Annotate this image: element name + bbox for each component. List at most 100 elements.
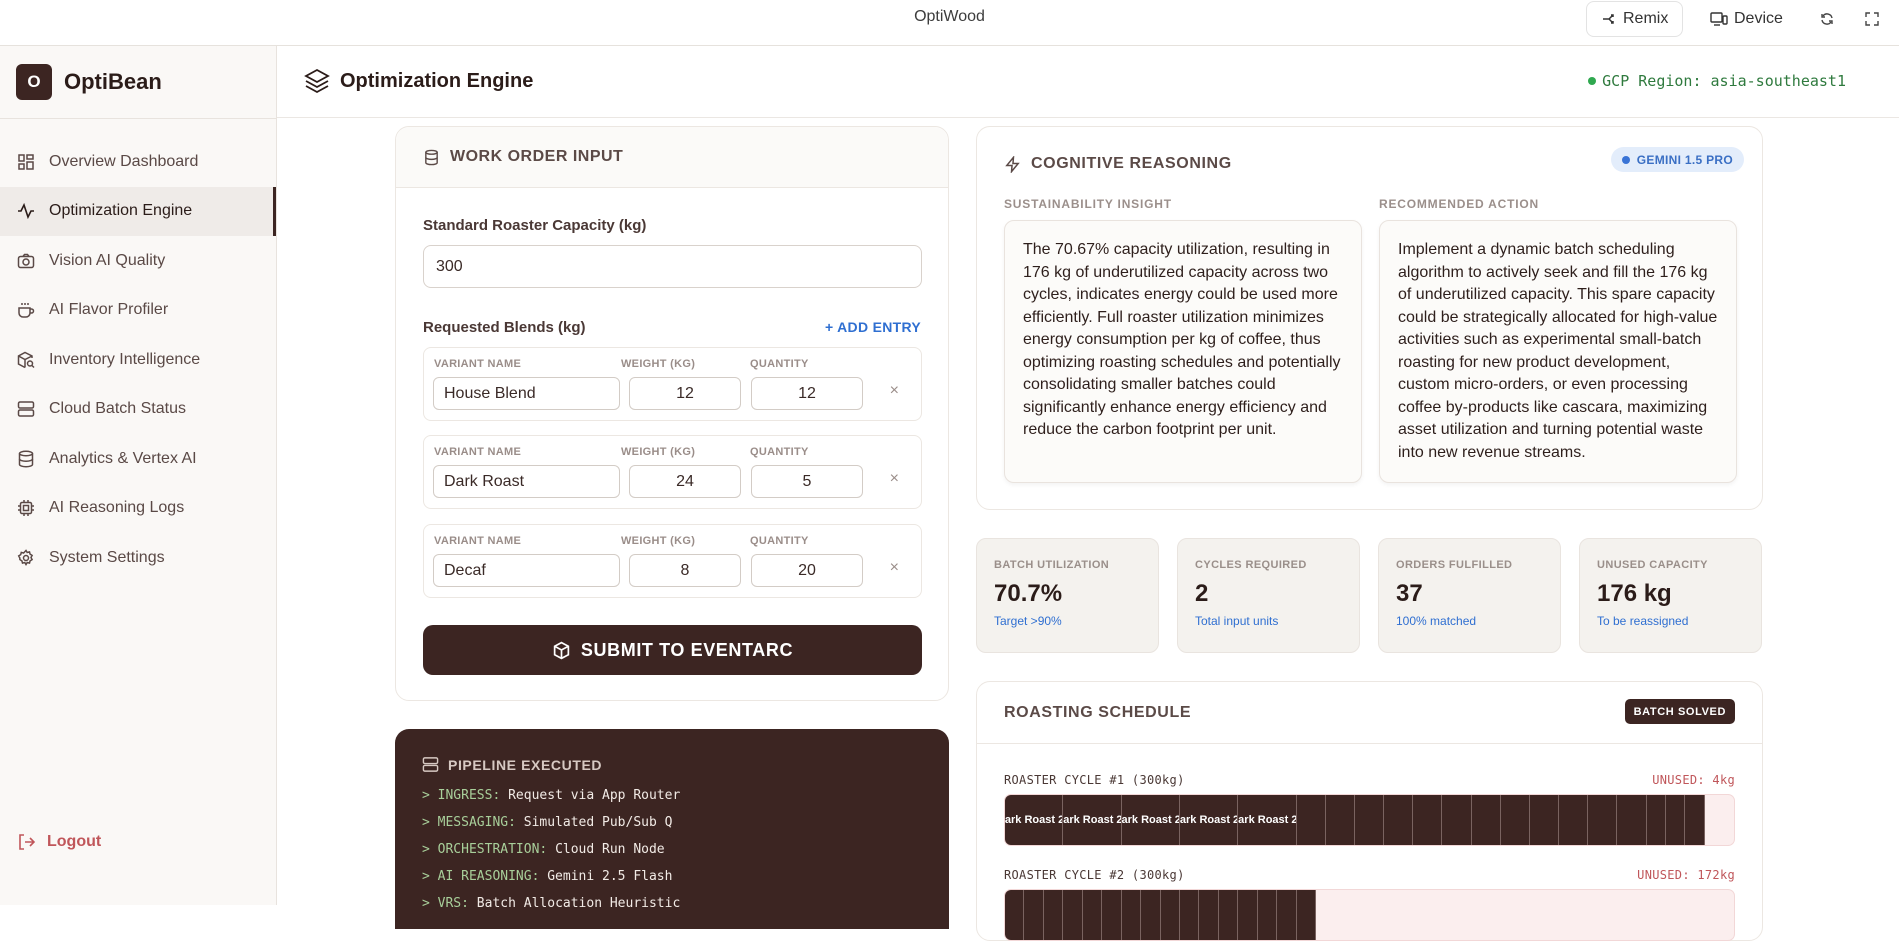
- cycle-segment: [1325, 795, 1355, 845]
- quantity-input[interactable]: 20: [751, 554, 863, 587]
- cpu-icon: [18, 500, 34, 517]
- cycle-segment: [1646, 795, 1666, 845]
- sidebar-item-label: Analytics & Vertex AI: [49, 449, 197, 467]
- logout-button[interactable]: Logout: [17, 833, 101, 851]
- cycle-segment: Dark Roast 24: [1005, 795, 1064, 845]
- capacity-input[interactable]: 300: [423, 245, 922, 288]
- sidebar-item-ai-flavor-profiler[interactable]: AI Flavor Profiler: [0, 286, 276, 336]
- quantity-input[interactable]: 5: [751, 465, 863, 498]
- refresh-button[interactable]: [1811, 1, 1843, 37]
- submit-to-eventarc-button[interactable]: SUBMIT TO EVENTARC: [423, 625, 922, 675]
- sidebar-item-vision-ai-quality[interactable]: Vision AI Quality: [0, 236, 276, 286]
- gcp-region-status: GCP Region: asia-southeast1: [1588, 72, 1846, 90]
- stat-value: 37: [1396, 580, 1423, 607]
- pipeline-key: > MESSAGING:: [422, 815, 516, 830]
- refresh-icon: [1821, 13, 1833, 25]
- weight-label: WEIGHT (KG): [621, 535, 696, 547]
- brand-name: OptiBean: [64, 69, 162, 94]
- cycle-segment: [1354, 795, 1385, 845]
- page-title: Optimization Engine: [304, 68, 533, 94]
- stat-card-unused-capacity: UNUSED CAPACITY 176 kg To be reassigned: [1579, 538, 1762, 653]
- stat-label: BATCH UTILIZATION: [994, 559, 1110, 571]
- cycle-segment: Dark Roast 24: [1121, 795, 1180, 845]
- weight-input[interactable]: 8: [629, 554, 741, 587]
- cognitive-title: COGNITIVE REASONING: [1031, 155, 1232, 172]
- pipeline-panel: PIPELINE EXECUTED > INGRESS: Request via…: [395, 729, 949, 929]
- weight-input[interactable]: 12: [629, 377, 741, 410]
- package-search-icon: [17, 351, 35, 368]
- variant-name-input[interactable]: House Blend: [433, 377, 620, 410]
- cycle-segment: [1296, 890, 1317, 940]
- pipeline-value: Simulated Pub/Sub Q: [523, 815, 673, 830]
- quantity-input[interactable]: 12: [751, 377, 863, 410]
- layers-icon: [304, 68, 330, 94]
- server-icon: [17, 401, 35, 417]
- quantity-label: QUANTITY: [750, 535, 809, 547]
- stat-label: UNUSED CAPACITY: [1597, 559, 1708, 571]
- camera-icon: [17, 253, 35, 268]
- fullscreen-button[interactable]: [1856, 1, 1888, 37]
- cycle-bar: [1004, 889, 1735, 941]
- sidebar-item-label: Optimization Engine: [49, 202, 193, 220]
- cycle-segment: [1141, 890, 1161, 940]
- sidebar-item-ai-reasoning-logs[interactable]: AI Reasoning Logs: [0, 484, 276, 534]
- work-order-title: WORK ORDER INPUT: [450, 148, 624, 165]
- cycle-segment: [1588, 795, 1618, 845]
- pipeline-key: > VRS:: [422, 896, 469, 911]
- cycle-segment: [1121, 890, 1142, 940]
- cycle-label: ROASTER CYCLE #1 (300kg): [1004, 773, 1185, 787]
- schedule-title: ROASTING SCHEDULE: [1004, 703, 1192, 721]
- sidebar-nav: Overview Dashboard Optimization Engine V…: [0, 137, 276, 583]
- cognitive-header: COGNITIVE REASONING: [1004, 155, 1232, 173]
- pipeline-line: > ORCHESTRATION: Cloud Run Node: [422, 842, 665, 857]
- variant-name-input[interactable]: Decaf: [433, 554, 620, 587]
- model-badge-dot: [1621, 155, 1630, 164]
- pipeline-value: Gemini 2.5 Flash: [547, 869, 673, 884]
- pipeline-line: > INGRESS: Request via App Router: [422, 788, 680, 803]
- submit-label: SUBMIT TO EVENTARC: [580, 639, 794, 660]
- sidebar-item-label: System Settings: [49, 548, 165, 566]
- stat-card-cycles-required: CYCLES REQUIRED 2 Total input units: [1177, 538, 1360, 653]
- pipeline-header: PIPELINE EXECUTED: [422, 756, 602, 773]
- sidebar-item-label: AI Flavor Profiler: [49, 301, 169, 319]
- stat-label: CYCLES REQUIRED: [1195, 559, 1307, 571]
- remix-button[interactable]: Remix: [1586, 1, 1684, 37]
- cycle-segment: Dark Roast 24: [1063, 795, 1122, 845]
- cycle-segment: [1218, 890, 1239, 940]
- cycle-segment: [1257, 890, 1278, 940]
- weight-label: WEIGHT (KG): [621, 446, 696, 458]
- cycle-bar: Dark Roast 24Dark Roast 24Dark Roast 24D…: [1004, 794, 1735, 846]
- pipeline-key: > ORCHESTRATION:: [422, 842, 548, 857]
- stat-card-batch-utilization: BATCH UTILIZATION 70.7% Target >90%: [976, 538, 1159, 653]
- sidebar-item-overview-dashboard[interactable]: Overview Dashboard: [0, 137, 276, 187]
- brand[interactable]: O OptiBean: [16, 64, 162, 100]
- remove-blend-button[interactable]: ×: [890, 559, 899, 577]
- sidebar-item-inventory-intelligence[interactable]: Inventory Intelligence: [0, 335, 276, 385]
- cycle-segment: [1442, 795, 1472, 845]
- add-entry-button[interactable]: + ADD ENTRY: [825, 319, 921, 335]
- page-title-text: Optimization Engine: [340, 69, 534, 92]
- gear-icon: [17, 549, 34, 566]
- cycle-segment: [1005, 890, 1025, 940]
- device-button[interactable]: Device: [1696, 1, 1797, 37]
- sidebar-item-analytics-vertex-ai[interactable]: Analytics & Vertex AI: [0, 434, 276, 484]
- model-badge: GEMINI 1.5 PRO: [1610, 147, 1744, 172]
- sidebar-item-system-settings[interactable]: System Settings: [0, 533, 276, 583]
- remove-blend-button[interactable]: ×: [890, 382, 899, 400]
- weight-input[interactable]: 24: [629, 465, 741, 498]
- cycle-segment: [1063, 890, 1083, 940]
- grid-icon: [18, 154, 34, 170]
- cycle-segment: [1384, 795, 1414, 845]
- variant-name-label: VARIANT NAME: [434, 446, 522, 458]
- sidebar-item-cloud-batch-status[interactable]: Cloud Batch Status: [0, 385, 276, 435]
- model-badge-label: GEMINI 1.5 PRO: [1636, 152, 1733, 167]
- cycle-unused: UNUSED: 4kg: [1652, 773, 1735, 787]
- cycle-unused: UNUSED: 172kg: [1637, 868, 1735, 882]
- recommended-action-text: Implement a dynamic batch scheduling alg…: [1379, 220, 1737, 483]
- stat-sub: To be reassigned: [1597, 614, 1689, 628]
- device-label: Device: [1734, 10, 1783, 27]
- sidebar-item-optimization-engine[interactable]: Optimization Engine: [0, 186, 276, 236]
- sidebar-item-label: Inventory Intelligence: [49, 350, 201, 368]
- remove-blend-button[interactable]: ×: [890, 470, 899, 488]
- variant-name-input[interactable]: Dark Roast: [433, 465, 620, 498]
